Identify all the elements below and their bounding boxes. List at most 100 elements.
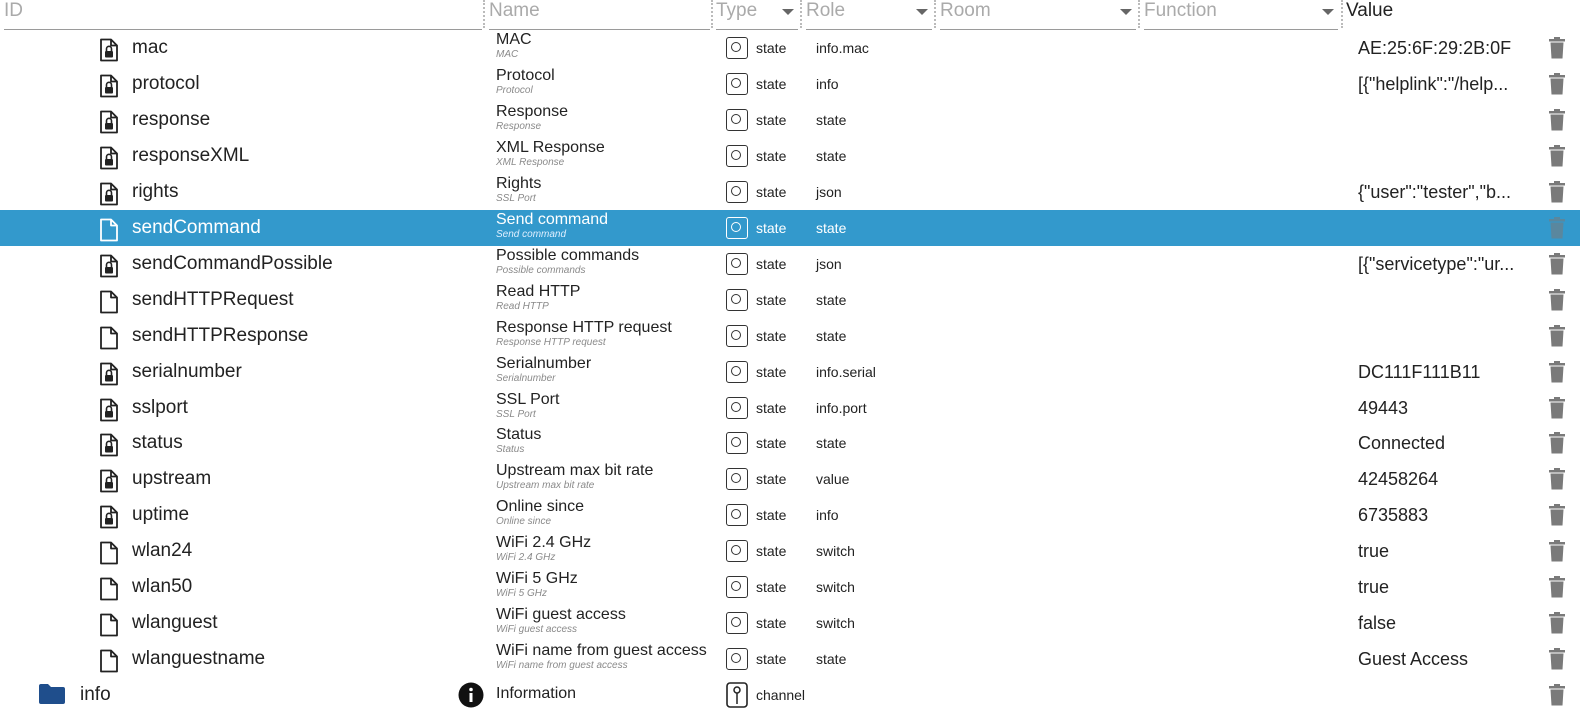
object-name-desc: WiFi 5 GHz	[496, 588, 548, 600]
object-row[interactable]: sendHTTPRequest Read HTTP Read HTTP state st…	[0, 282, 1580, 318]
object-id: info	[80, 684, 111, 706]
object-value[interactable]: AE:25:6F:29:2B:0F	[1358, 38, 1523, 59]
object-name: WiFi 5 GHz	[496, 570, 578, 588]
object-id: sendCommand	[132, 216, 261, 238]
object-row[interactable]: sslport SSL Port SSL Port state info.port 494…	[0, 390, 1580, 426]
object-value[interactable]: DC111F111B11	[1358, 362, 1523, 383]
type-header-label: Type	[716, 0, 758, 21]
object-id: wlan24	[132, 540, 193, 562]
object-row[interactable]: status Status Status state state Connected	[0, 425, 1580, 461]
object-id: sendHTTPRequest	[132, 288, 294, 310]
object-row[interactable]: sendHTTPResponse Response HTTP request Res…	[0, 318, 1580, 354]
trash-icon[interactable]	[1548, 72, 1566, 100]
object-value[interactable]: true	[1358, 541, 1523, 562]
trash-icon[interactable]	[1548, 540, 1566, 567]
trash-icon[interactable]	[1548, 432, 1566, 459]
trash-icon[interactable]	[1548, 612, 1566, 639]
object-row[interactable]: response Response Response state state	[0, 102, 1580, 138]
trash-icon[interactable]	[1548, 252, 1566, 280]
id-filter[interactable]: ID	[4, 0, 482, 30]
type-dropdown-icon[interactable]	[782, 9, 794, 15]
object-name: Serialnumber	[496, 354, 592, 372]
file-icon	[99, 541, 119, 570]
object-name-desc: Response	[496, 120, 542, 132]
function-dropdown-icon[interactable]	[1322, 9, 1334, 15]
state-type-icon	[726, 252, 748, 275]
state-type-icon	[726, 648, 748, 671]
object-id: upstream	[132, 468, 212, 490]
object-row[interactable]: mac MAC MAC state info.mac AE:25:6F:29:2B:0F	[0, 30, 1580, 66]
trash-icon[interactable]	[1548, 37, 1566, 64]
trash-icon[interactable]	[1548, 216, 1566, 244]
trash-icon[interactable]	[1548, 504, 1566, 531]
trash-icon[interactable]	[1548, 324, 1566, 352]
object-row[interactable]: info Information channel	[0, 677, 1580, 713]
object-id: sendCommandPossible	[132, 252, 333, 274]
trash-icon[interactable]	[1548, 180, 1566, 208]
object-name: Status	[496, 426, 542, 444]
type-filter[interactable]: Type	[716, 0, 798, 30]
function-filter[interactable]: Function	[1144, 0, 1338, 30]
object-row[interactable]: serialnumber Serialnumber Serialnumber stat…	[0, 354, 1580, 390]
object-name: Possible commands	[496, 246, 640, 264]
state-type-icon	[726, 144, 748, 167]
object-name: Online since	[496, 498, 585, 516]
object-id: sslport	[132, 396, 188, 418]
object-value[interactable]: Connected	[1358, 433, 1523, 454]
trash-icon[interactable]	[1548, 108, 1566, 136]
trash-icon[interactable]	[1548, 360, 1566, 388]
state-type-icon	[726, 216, 748, 239]
trash-icon[interactable]	[1548, 684, 1566, 711]
object-value[interactable]: 6735883	[1358, 505, 1523, 526]
object-row[interactable]: sendCommand Send command Send command state…	[0, 209, 1580, 246]
object-row[interactable]: protocol Protocol Protocol state info [{"help…	[0, 66, 1580, 102]
folder-icon	[38, 683, 66, 710]
object-id: serialnumber	[132, 360, 242, 382]
object-row[interactable]: upstream Upstream max bit rate Upstream ma…	[0, 461, 1580, 497]
object-name-desc: WiFi 2.4 GHz	[496, 552, 556, 564]
object-value[interactable]: [{"servicetype":"ur...	[1358, 254, 1523, 275]
object-value[interactable]: true	[1358, 577, 1523, 598]
object-row[interactable]: uptime Online since Online since state info 6…	[0, 497, 1580, 533]
object-name: Read HTTP	[496, 282, 581, 300]
object-row[interactable]: wlan24 WiFi 2.4 GHz WiFi 2.4 GHz state switc…	[0, 533, 1580, 569]
object-role: value	[816, 471, 850, 488]
object-type: state	[756, 327, 787, 344]
file-icon	[99, 577, 119, 606]
trash-icon[interactable]	[1548, 396, 1566, 424]
object-name: XML Response	[496, 138, 605, 156]
object-row[interactable]: wlanguest WiFi guest access WiFi guest acc…	[0, 605, 1580, 641]
trash-icon[interactable]	[1548, 648, 1566, 675]
object-row[interactable]: sendCommandPossible Possible commands Poss…	[0, 246, 1580, 282]
object-value[interactable]: 49443	[1358, 398, 1523, 419]
object-row[interactable]: rights Rights SSL Port state json {"user":"te…	[0, 174, 1580, 210]
object-value[interactable]: {"user":"tester","b...	[1358, 182, 1523, 203]
room-filter[interactable]: Room	[940, 0, 1136, 30]
state-type-icon	[726, 396, 748, 419]
object-role: state	[816, 651, 847, 668]
object-type: state	[756, 147, 787, 164]
name-filter[interactable]: Name	[489, 0, 710, 30]
state-type-icon	[726, 540, 748, 563]
object-value[interactable]: [{"helplink":"/help...	[1358, 74, 1523, 95]
role-dropdown-icon[interactable]	[916, 9, 928, 15]
object-value[interactable]: Guest Access	[1358, 649, 1523, 670]
object-row[interactable]: responseXML XML Response XML Response state…	[0, 138, 1580, 174]
trash-icon[interactable]	[1548, 144, 1566, 172]
file-icon	[99, 326, 119, 355]
trash-icon[interactable]	[1548, 288, 1566, 316]
object-row[interactable]: wlan50 WiFi 5 GHz WiFi 5 GHz state switch tru…	[0, 569, 1580, 605]
object-role: info.serial	[816, 363, 876, 380]
lock-file-icon	[99, 254, 119, 283]
object-role: info.mac	[816, 40, 869, 56]
object-name: MAC	[496, 31, 532, 48]
lock-file-icon	[99, 182, 119, 211]
trash-icon[interactable]	[1548, 576, 1566, 603]
object-row[interactable]: wlanguestname WiFi name from guest access…	[0, 641, 1580, 677]
role-filter[interactable]: Role	[806, 0, 932, 30]
room-dropdown-icon[interactable]	[1120, 9, 1132, 15]
object-value[interactable]: false	[1358, 613, 1523, 634]
object-type: state	[756, 435, 787, 452]
object-value[interactable]: 42458264	[1358, 469, 1523, 490]
trash-icon[interactable]	[1548, 468, 1566, 495]
